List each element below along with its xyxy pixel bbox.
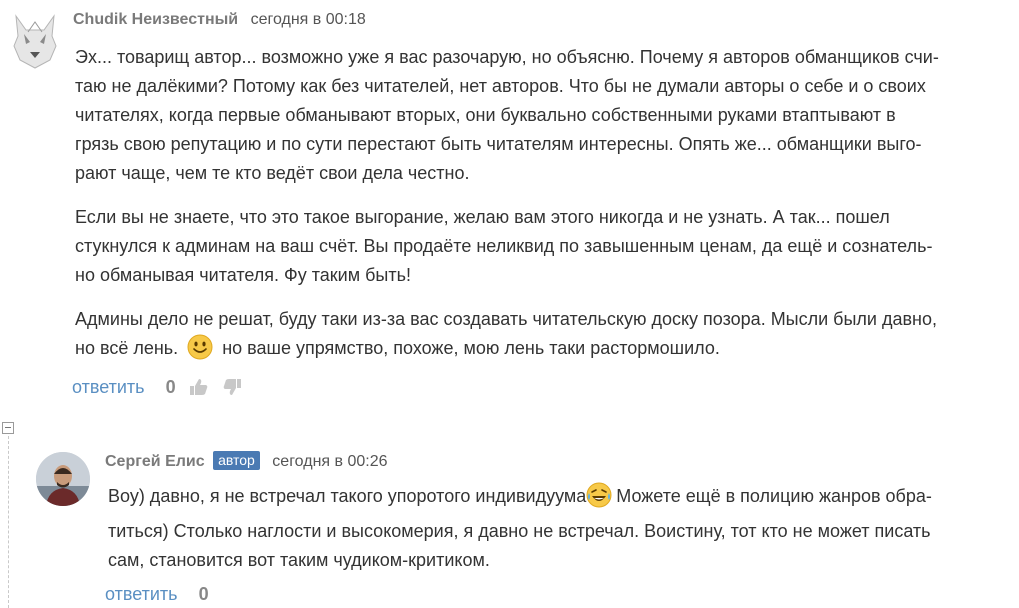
vote-score: 0 bbox=[165, 377, 176, 397]
text-fragment: но всё лень. bbox=[75, 338, 179, 358]
vote-score: 0 bbox=[198, 584, 209, 604]
text-line: сам, становится вот таким чудиком-критик… bbox=[108, 550, 490, 570]
text-line: Если вы не знаете, что это такое выгоран… bbox=[75, 207, 890, 227]
text-fragment: Воу) давно, я не встречал такого упорото… bbox=[108, 486, 587, 506]
comment-time: сегодня в 00:18 bbox=[250, 11, 366, 28]
text-line: титься) Столько наглости и высокомерия, … bbox=[108, 521, 931, 541]
collapse-thread-button[interactable] bbox=[2, 422, 14, 434]
comment-time: сегодня в 00:26 bbox=[272, 453, 388, 470]
text-line: Админы дело не решат, буду таки из-за ва… bbox=[75, 309, 938, 329]
text-line: Эх... товарищ автор... возможно уже я ва… bbox=[75, 47, 939, 67]
text-line: стукнулся к админам на ваш счёт. Вы прод… bbox=[75, 236, 933, 256]
smile-emoji-icon bbox=[187, 334, 213, 369]
comment-body: Воу) давно, я не встречал такого упорото… bbox=[108, 482, 1008, 575]
avatar[interactable] bbox=[36, 452, 90, 506]
thumbs-down-icon[interactable] bbox=[222, 378, 242, 401]
text-line: таю не далёкими? Потому как без читателе… bbox=[75, 76, 926, 96]
thumbs-up-icon[interactable] bbox=[189, 378, 209, 401]
comment-footer: ответить 0 bbox=[105, 584, 209, 605]
comment-reply: Сергей Елис автор сегодня в 00:26 Воу) д… bbox=[0, 440, 1019, 608]
reply-link[interactable]: ответить bbox=[72, 377, 145, 397]
text-line: грязь свою репутацию и по сути перестают… bbox=[75, 134, 922, 154]
text-line: читателях, когда первые обманывают вторы… bbox=[75, 105, 896, 125]
paragraph: Админы дело не решат, буду таки из-за ва… bbox=[75, 305, 1010, 369]
text-line: но обманывая читателя. Фу таким быть! bbox=[75, 265, 411, 285]
author-name[interactable]: Chudik Неизвестный bbox=[73, 11, 238, 28]
text-line: Воу) давно, я не встречал такого упорото… bbox=[108, 482, 1008, 517]
comment-footer: ответить 0 bbox=[72, 377, 242, 401]
author-badge: автор bbox=[213, 451, 260, 470]
text-fragment: Можете ещё в полицию жанров обра- bbox=[616, 486, 932, 506]
text-line: но всё лень. но ваше упрямство, похоже, … bbox=[75, 334, 1010, 369]
comment: Chudik Неизвестный сегодня в 00:18 Эх...… bbox=[0, 0, 1019, 410]
paragraph: Эх... товарищ автор... возможно уже я ва… bbox=[75, 43, 1010, 188]
author-name[interactable]: Сергей Елис bbox=[105, 453, 205, 470]
comment-body: Эх... товарищ автор... возможно уже я ва… bbox=[75, 43, 1010, 384]
comment-header: Chudik Неизвестный сегодня в 00:18 bbox=[73, 11, 366, 29]
paragraph: Если вы не знаете, что это такое выгоран… bbox=[75, 203, 1010, 290]
laughing-tears-emoji-icon bbox=[586, 482, 612, 517]
avatar[interactable] bbox=[10, 12, 60, 70]
text-line: рают чаще, чем те кто ведёт свои дела че… bbox=[75, 163, 470, 183]
comment-header: Сергей Елис автор сегодня в 00:26 bbox=[105, 451, 388, 471]
reply-link[interactable]: ответить bbox=[105, 584, 178, 604]
text-fragment: но ваше упрямство, похоже, мою лень таки… bbox=[222, 338, 720, 358]
